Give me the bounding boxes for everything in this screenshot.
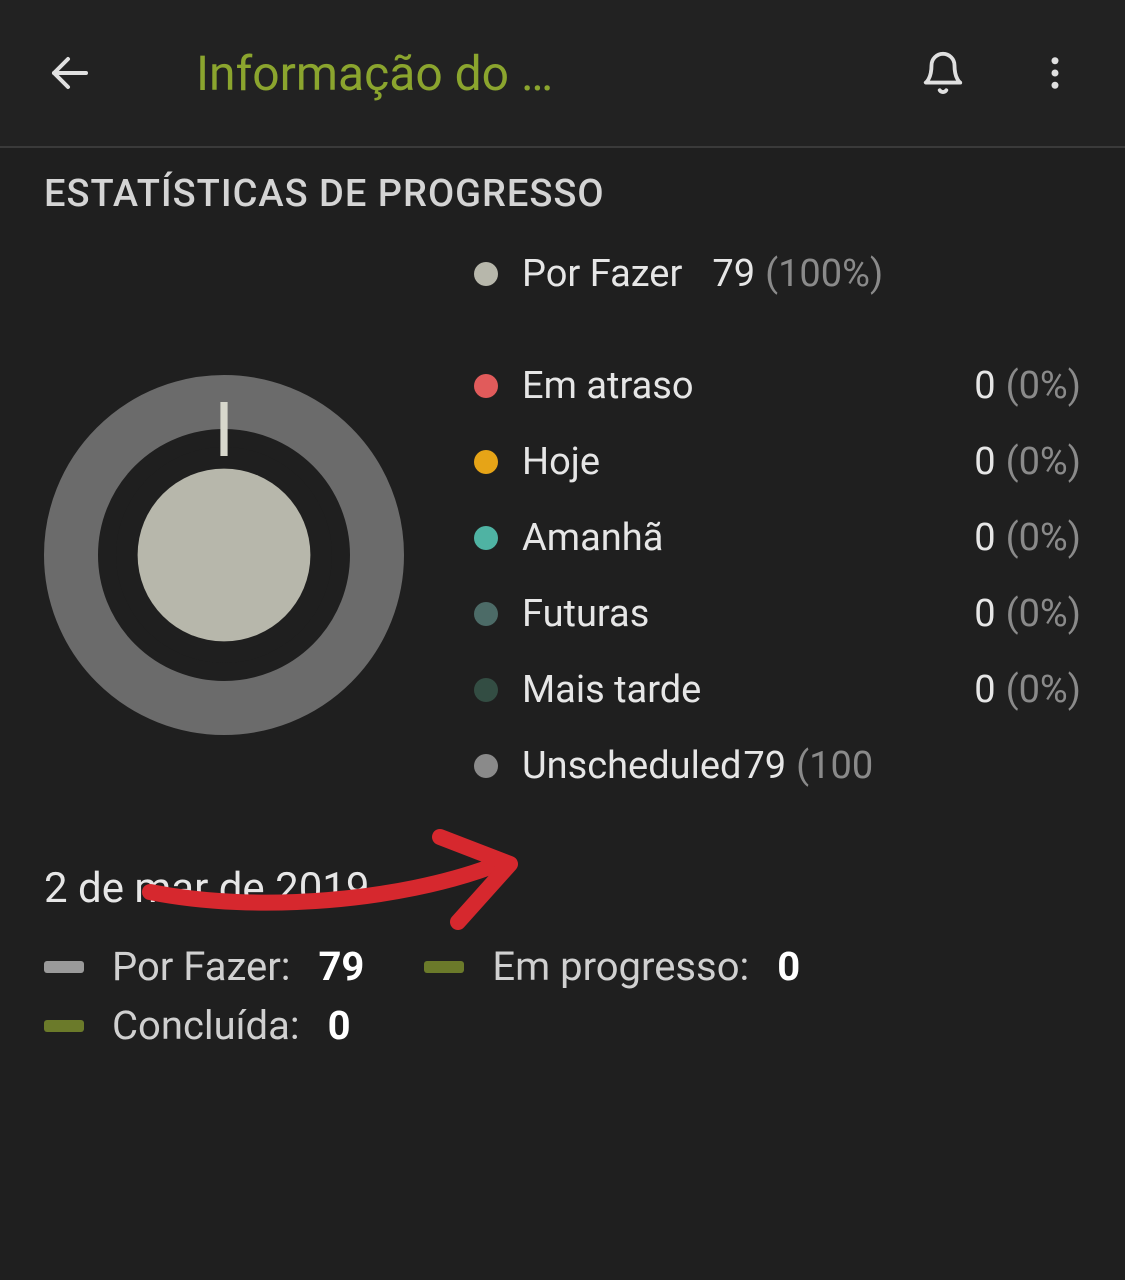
legend-value: 0 [966, 668, 995, 712]
more-vert-icon [1034, 52, 1076, 94]
dot-icon [474, 602, 498, 626]
legend-row-tomorrow[interactable]: Amanhã 0 (0%) [474, 500, 1081, 576]
legend-label: Amanhã [522, 516, 663, 560]
summary-value: 0 [328, 1002, 351, 1049]
dot-icon [474, 754, 498, 778]
legend-percent: (0%) [1006, 516, 1081, 560]
legend-value: 0 [966, 592, 995, 636]
bell-icon [920, 50, 966, 96]
summary-completed: Concluída: 0 [44, 1002, 444, 1049]
summary-label: Concluída: [112, 1002, 300, 1049]
progress-donut-chart [44, 236, 464, 804]
arrow-left-icon [46, 49, 94, 97]
legend-row-todo-total[interactable]: Por Fazer 79 (100%) [474, 236, 1081, 312]
legend-label: Por Fazer [522, 252, 682, 296]
dot-icon [474, 678, 498, 702]
legend-label: Futuras [522, 592, 649, 636]
dash-icon [44, 1020, 84, 1032]
legend-percent: (0%) [1006, 364, 1081, 408]
legend-value: 0 [966, 440, 995, 484]
summary-stats: Por Fazer: 79 Em progresso: 0 Concluída:… [0, 913, 1125, 1049]
legend-percent: (100 [796, 744, 873, 788]
legend-value: 0 [966, 516, 995, 560]
dot-icon [474, 374, 498, 398]
legend-row-today[interactable]: Hoje 0 (0%) [474, 424, 1081, 500]
dash-icon [44, 961, 84, 973]
legend-percent: (0%) [1006, 668, 1081, 712]
legend-row-unscheduled[interactable]: Unscheduled 79 (100 [474, 728, 1081, 804]
legend-percent: (0%) [1006, 592, 1081, 636]
legend-label: Mais tarde [522, 668, 701, 712]
legend-label: Hoje [522, 440, 600, 484]
summary-value: 0 [777, 943, 800, 990]
legend-row-later[interactable]: Mais tarde 0 (0%) [474, 652, 1081, 728]
back-button[interactable] [44, 47, 96, 99]
legend-row-overdue[interactable]: Em atraso 0 (0%) [474, 348, 1081, 424]
date-label: 2 de mar de 2019 [0, 804, 1125, 913]
summary-in-progress: Em progresso: 0 [424, 943, 800, 990]
notifications-button[interactable] [917, 47, 969, 99]
summary-label: Por Fazer: [112, 943, 290, 990]
progress-stats: Por Fazer 79 (100%) Em atraso 0 (0%) Hoj… [0, 226, 1125, 804]
dot-icon [474, 262, 498, 286]
legend-row-future[interactable]: Futuras 0 (0%) [474, 576, 1081, 652]
legend-percent: (0%) [1006, 440, 1081, 484]
dot-icon [474, 526, 498, 550]
donut-icon [44, 375, 404, 735]
progress-legend: Por Fazer 79 (100%) Em atraso 0 (0%) Hoj… [464, 236, 1081, 804]
summary-todo: Por Fazer: 79 [44, 943, 364, 990]
section-title: ESTATÍSTICAS DE PROGRESSO [0, 148, 1125, 226]
header-actions [917, 47, 1081, 99]
legend-value: 0 [966, 364, 995, 408]
legend-value: 79 [704, 252, 755, 296]
app-header: Informação do … [0, 0, 1125, 148]
legend-percent: (100%) [765, 252, 883, 296]
summary-value: 79 [318, 943, 364, 990]
dash-icon [424, 961, 464, 973]
summary-label: Em progresso: [492, 943, 749, 990]
dot-icon [474, 450, 498, 474]
overflow-menu-button[interactable] [1029, 47, 1081, 99]
page-title: Informação do … [196, 45, 897, 102]
legend-label: Unscheduled [522, 744, 741, 788]
legend-label: Em atraso [522, 364, 694, 408]
legend-value: 79 [741, 744, 786, 788]
